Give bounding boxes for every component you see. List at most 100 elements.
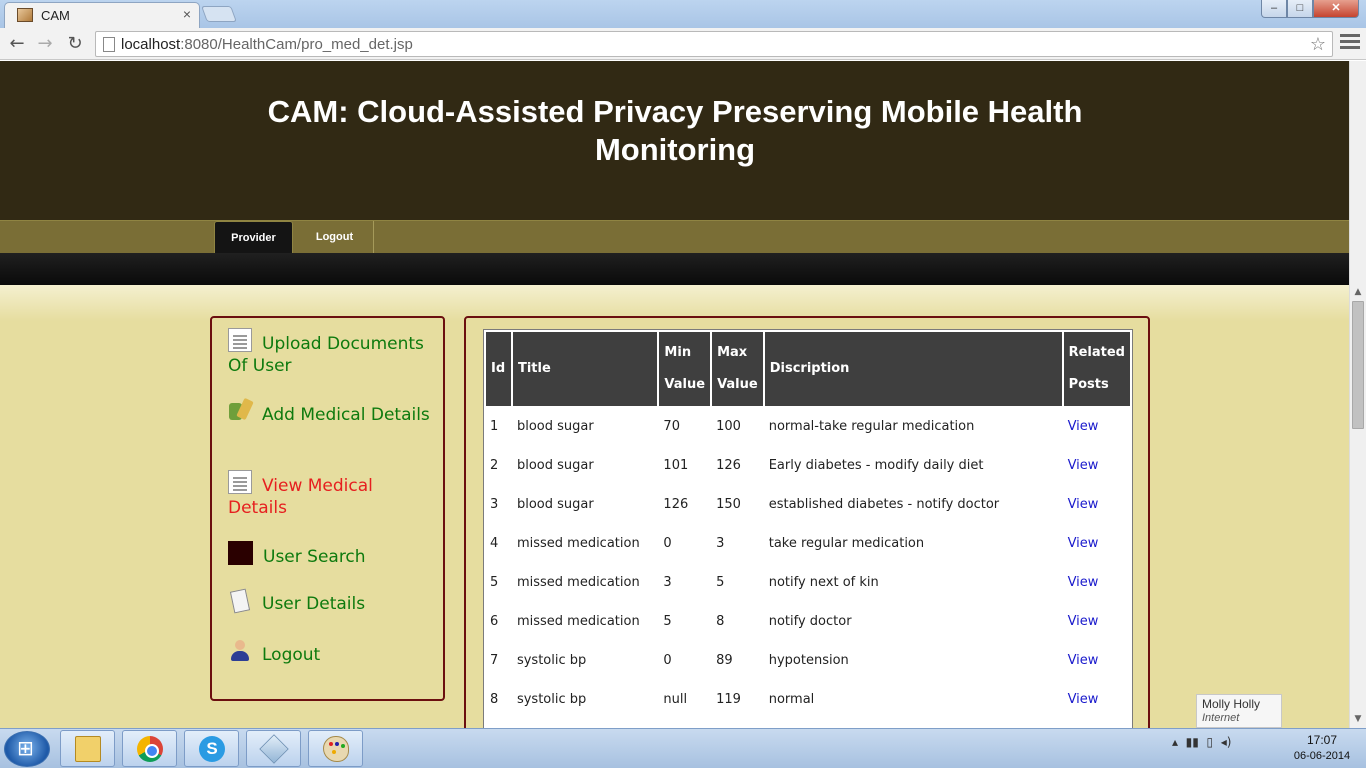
table-row: 8 systolic bp null 119 normal View	[486, 681, 1130, 718]
sidebar-item-logout[interactable]: Logout	[228, 639, 433, 666]
window-minimize-button[interactable]: –	[1261, 0, 1287, 18]
tab-close-icon[interactable]: ×	[183, 6, 191, 22]
favicon-icon	[17, 8, 33, 22]
cell-title: systolic bp	[516, 692, 587, 707]
cell-min-value: 70	[663, 419, 680, 434]
cell-description: notify next of kin	[768, 575, 879, 590]
cell-related-posts: View	[1064, 408, 1130, 445]
cell-max-value: 100	[716, 419, 741, 434]
clock-time: 17:07	[1306, 733, 1338, 747]
page-icon	[103, 37, 115, 52]
clipboard-icon	[229, 588, 251, 614]
cell-id: 7	[490, 653, 499, 668]
table-row: 6 missed medication 5 8 notify doctor View	[486, 603, 1130, 640]
forward-arrow-icon[interactable]: →	[33, 32, 57, 56]
scroll-down-arrow-icon[interactable]: ▼	[1350, 712, 1366, 726]
taskbar-chrome[interactable]	[122, 730, 177, 767]
taskbar-clock[interactable]: 17:07 06-06-2014	[1282, 732, 1362, 764]
sidebar-item-upload-documents[interactable]: Upload Documents Of User	[228, 328, 433, 377]
view-related-posts-link[interactable]: View	[1068, 614, 1099, 629]
cell-description: established diabetes - notify doctor	[768, 497, 1000, 512]
view-related-posts-link[interactable]: View	[1068, 458, 1099, 473]
cell-max-value: 126	[716, 458, 741, 473]
reload-icon[interactable]: ↻	[63, 32, 87, 56]
taskbar-virtualbox[interactable]	[246, 730, 301, 767]
window-close-button[interactable]: ✕	[1313, 0, 1359, 18]
cell-min-value: 126	[663, 497, 689, 512]
file-explorer-icon	[75, 736, 101, 762]
window-maximize-button[interactable]: □	[1287, 0, 1313, 18]
view-related-posts-link[interactable]: View	[1068, 497, 1099, 512]
table-header-row: Id Title Min Value Max Value Discription…	[486, 332, 1130, 406]
taskbar-explorer[interactable]	[60, 730, 115, 767]
table-row: 7 systolic bp 0 89 hypotension View	[486, 642, 1130, 679]
paint-icon	[323, 736, 349, 762]
cell-min-value: 5	[663, 614, 672, 629]
cell-related-posts: View	[1064, 603, 1130, 640]
view-related-posts-link[interactable]: View	[1068, 419, 1099, 434]
sidebar-item-add-medical-details[interactable]: Add Medical Details	[228, 399, 433, 426]
medical-details-table: Id Title Min Value Max Value Discription…	[484, 330, 1132, 720]
medicine-icon	[228, 399, 252, 423]
scroll-up-arrow-icon[interactable]: ▲	[1350, 285, 1366, 299]
view-related-posts-link[interactable]: View	[1068, 692, 1099, 707]
profile-name: Molly Holly	[1202, 697, 1261, 711]
view-related-posts-link[interactable]: View	[1068, 575, 1099, 590]
menu-tab-logout[interactable]: Logout	[296, 221, 374, 254]
taskbar-paint[interactable]	[308, 730, 363, 767]
cell-related-posts: View	[1064, 525, 1130, 562]
cell-max-value: 5	[716, 575, 725, 590]
column-header-title: Title	[512, 332, 658, 406]
table-row: 5 missed medication 3 5 notify next of kin Vi…	[486, 564, 1130, 601]
system-tray[interactable]: ▴ ▮▮ ▯ ◂)	[1172, 735, 1231, 749]
address-bar[interactable]: localhost:8080/HealthCam/pro_med_det.jsp…	[95, 31, 1333, 57]
cell-title: blood sugar	[516, 458, 594, 473]
browser-tab[interactable]: CAM ×	[4, 2, 200, 28]
cell-min-value: 3	[663, 575, 672, 590]
cell-title: missed medication	[516, 614, 640, 629]
cell-max-value: 150	[716, 497, 741, 512]
site-header: CAM: Cloud-Assisted Privacy Preserving M…	[0, 61, 1349, 220]
site-title: CAM: Cloud-Assisted Privacy Preserving M…	[160, 93, 1190, 169]
sidebar-item-user-search[interactable]: User Search	[228, 541, 433, 568]
sidebar-item-view-medical-details[interactable]: View Medical Details	[228, 470, 433, 519]
view-related-posts-link[interactable]: View	[1068, 536, 1099, 551]
cell-max-value: 3	[716, 536, 725, 551]
skype-icon: S	[199, 736, 225, 762]
medical-details-panel: Id Title Min Value Max Value Discription…	[464, 316, 1150, 728]
view-related-posts-link[interactable]: View	[1068, 653, 1099, 668]
windows-taskbar: S ▴ ▮▮ ▯ ◂) 17:07 06-06-2014	[0, 728, 1366, 768]
taskbar-skype[interactable]: S	[184, 730, 239, 767]
sidebar-item-label: Add Medical Details	[262, 405, 430, 425]
site-title-line-2: Monitoring	[594, 132, 756, 167]
back-arrow-icon[interactable]: ←	[5, 32, 29, 56]
cell-description: hypotension	[768, 653, 849, 668]
sidebar-item-user-details[interactable]: User Details	[228, 588, 433, 615]
table-row: 2 blood sugar 101 126 Early diabetes - modif…	[486, 447, 1130, 484]
virtualbox-icon	[259, 734, 289, 764]
sidebar-item-label: Upload Documents Of User	[228, 334, 424, 376]
profile-popup[interactable]: Molly Holly Internet access	[1196, 694, 1282, 738]
cell-title: missed medication	[516, 536, 640, 551]
cell-min-value: 0	[663, 653, 672, 668]
cell-description: normal	[768, 692, 815, 707]
browser-menu-icon[interactable]	[1340, 34, 1360, 52]
cell-title: blood sugar	[516, 419, 594, 434]
url-text[interactable]: localhost:8080/HealthCam/pro_med_det.jsp	[121, 36, 413, 53]
start-button[interactable]	[4, 731, 50, 767]
bookmark-star-icon[interactable]: ☆	[1310, 34, 1326, 55]
menu-tab-provider[interactable]: Provider	[214, 221, 293, 254]
cell-id: 3	[490, 497, 499, 512]
browser-toolbar: ← → ↻ localhost:8080/HealthCam/pro_med_d…	[0, 28, 1366, 60]
cell-description: normal-take regular medication	[768, 419, 975, 434]
sidebar: Upload Documents Of User Add Medical Det…	[210, 316, 445, 701]
cell-min-value: 0	[663, 536, 672, 551]
page-scrollbar[interactable]: ▲ ▼	[1349, 61, 1366, 728]
medical-details-table-container: Id Title Min Value Max Value Discription…	[483, 329, 1133, 728]
user-search-icon	[228, 541, 253, 565]
new-tab-button[interactable]	[201, 6, 237, 22]
scroll-thumb[interactable]	[1352, 301, 1364, 429]
column-header-max-value: Max Value	[712, 332, 763, 406]
column-header-related-posts: Related Posts	[1063, 332, 1130, 406]
column-header-id: Id	[486, 332, 511, 406]
